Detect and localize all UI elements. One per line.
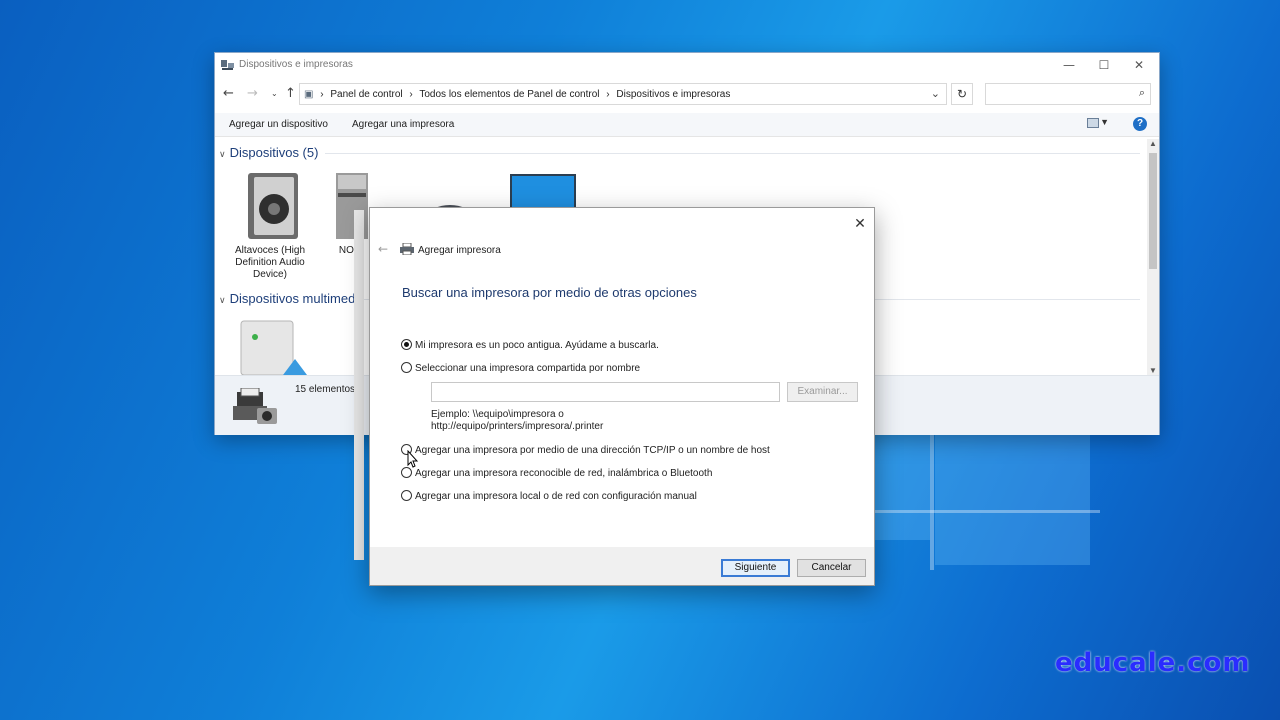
watermark: educale.com	[1055, 648, 1251, 678]
next-button[interactable]: Siguiente	[721, 559, 790, 577]
folder-icon: ▣	[304, 89, 314, 100]
mouse-cursor-icon	[407, 450, 419, 468]
radio-button[interactable]	[401, 467, 412, 478]
scroll-up-icon[interactable]: ▲	[1149, 139, 1157, 148]
add-printer-dialog: ✕ ← Agregar impresora Buscar una impreso…	[369, 207, 875, 586]
device-label: Altavoces (High Definition Audio Device)	[234, 245, 306, 280]
add-printer-button[interactable]: Agregar una impresora	[352, 119, 454, 130]
breadcrumb-separator: ›	[409, 89, 413, 100]
option-shared-by-name[interactable]: Seleccionar una impresora compartida por…	[401, 362, 640, 374]
breadcrumb-control-panel[interactable]: Panel de control	[330, 89, 402, 100]
browse-button[interactable]: Examinar...	[787, 382, 858, 402]
dialog-footer: Siguiente Cancelar	[370, 547, 874, 585]
help-icon[interactable]: ?	[1133, 117, 1147, 131]
breadcrumb-separator: ›	[606, 89, 610, 100]
window-title: Dispositivos e impresoras	[239, 59, 353, 70]
up-arrow-icon[interactable]: ↑	[285, 86, 296, 101]
printer-icon	[400, 243, 414, 255]
background-window-edge	[354, 210, 364, 560]
radio-button[interactable]	[401, 339, 412, 350]
maximize-icon[interactable]: ☐	[1086, 56, 1122, 74]
breadcrumb-separator: ›	[320, 89, 324, 100]
back-arrow-icon[interactable]: ←	[223, 86, 234, 101]
group-header-devices[interactable]: ∨ Dispositivos (5)	[219, 145, 318, 160]
scrollbar[interactable]: ▲ ▼	[1147, 139, 1159, 375]
devices-printers-icon	[221, 60, 234, 70]
radio-button[interactable]	[401, 362, 412, 373]
close-icon[interactable]: ✕	[852, 216, 868, 232]
address-box[interactable]: ▣ › Panel de control › Todos los element…	[299, 83, 947, 105]
windows-logo-light	[930, 420, 934, 570]
computer-tower-icon	[336, 173, 368, 239]
cancel-button[interactable]: Cancelar	[797, 559, 866, 577]
breadcrumb-devices-printers[interactable]: Dispositivos e impresoras	[616, 89, 730, 100]
back-arrow-icon[interactable]: ←	[378, 242, 388, 256]
printer-camera-icon	[233, 388, 277, 424]
windows-logo-pane	[935, 430, 1090, 565]
printer-name-field[interactable]	[431, 382, 780, 402]
dialog-title: Agregar impresora	[418, 245, 501, 256]
option-local-manual[interactable]: Agregar una impresora local o de red con…	[401, 490, 697, 502]
speaker-icon	[248, 173, 298, 239]
minimize-icon[interactable]: —	[1051, 56, 1087, 74]
device-computer[interactable]: NOC	[325, 171, 375, 257]
example-text: http://equipo/printers/impresora/.printe…	[431, 421, 604, 432]
example-text: Ejemplo: \\equipo\impresora o	[431, 409, 564, 420]
command-bar: Agregar un dispositivo Agregar una impre…	[215, 113, 1159, 137]
chevron-down-icon[interactable]: ⌄	[931, 87, 940, 100]
option-network-wireless-bluetooth[interactable]: Agregar una impresora reconocible de red…	[401, 467, 712, 479]
forward-arrow-icon[interactable]: →	[247, 86, 258, 101]
windows-logo-light	[840, 510, 1100, 513]
search-input[interactable]: ⌕	[985, 83, 1151, 105]
chevron-down-icon: ∨	[219, 149, 226, 159]
add-device-button[interactable]: Agregar un dispositivo	[229, 119, 328, 130]
divider	[325, 153, 1140, 154]
search-icon: ⌕	[1138, 87, 1145, 99]
chevron-down-icon[interactable]: ▼	[1100, 117, 1109, 127]
close-icon[interactable]: ✕	[1121, 56, 1157, 74]
dialog-heading: Buscar una impresora por medio de otras …	[402, 285, 697, 300]
media-device-icon	[240, 320, 307, 375]
item-count: 15 elementos	[295, 384, 356, 395]
recent-dropdown-icon[interactable]: ⌄	[271, 89, 278, 98]
device-speakers[interactable]: Altavoces (High Definition Audio Device)	[225, 171, 315, 281]
scroll-down-icon[interactable]: ▼	[1149, 366, 1157, 375]
breadcrumb-all-items[interactable]: Todos los elementos de Panel de control	[419, 89, 599, 100]
chevron-down-icon: ∨	[219, 295, 226, 305]
scroll-thumb[interactable]	[1149, 153, 1157, 269]
radio-button[interactable]	[401, 490, 412, 501]
view-options-icon[interactable]	[1087, 118, 1099, 128]
option-tcpip[interactable]: Agregar una impresora por medio de una d…	[401, 444, 770, 456]
address-bar-row: ← → ⌄ ↑ ▣ › Panel de control › Todos los…	[215, 81, 1159, 107]
option-older-printer[interactable]: Mi impresora es un poco antigua. Ayúdame…	[401, 339, 659, 351]
title-bar[interactable]: Dispositivos e impresoras — ☐ ✕	[215, 53, 1159, 77]
group-header-multimedia[interactable]: ∨ Dispositivos multimed	[219, 291, 355, 306]
refresh-icon[interactable]: ↻	[951, 83, 973, 105]
